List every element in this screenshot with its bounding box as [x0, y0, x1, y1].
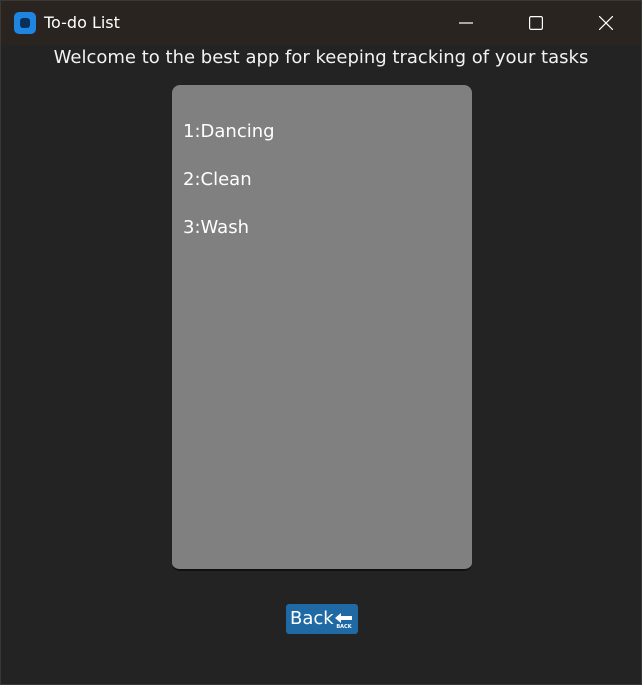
welcome-heading: Welcome to the best app for keeping trac…: [53, 47, 589, 68]
maximize-icon: [529, 16, 543, 30]
app-icon: [14, 12, 36, 34]
title-bar[interactable]: To-do List: [1, 1, 641, 45]
minimize-button[interactable]: [431, 1, 501, 45]
window-title: To-do List: [44, 13, 120, 32]
back-button[interactable]: Back BACK: [286, 604, 358, 634]
task-item: 1:Dancing: [183, 121, 275, 142]
back-arrow-icon: [335, 613, 352, 623]
back-icon-caption: BACK: [336, 624, 352, 630]
task-list[interactable]: 1:Dancing 2:Clean 3:Wash: [172, 85, 472, 571]
maximize-button[interactable]: [501, 1, 571, 45]
close-button[interactable]: [571, 1, 641, 45]
app-window: To-do List Welcome to the best app for k…: [0, 0, 642, 685]
task-item: 2:Clean: [183, 169, 252, 190]
task-item: 3:Wash: [183, 217, 249, 238]
minimize-icon: [459, 22, 473, 24]
close-icon: [599, 16, 613, 30]
back-button-label: Back: [290, 608, 334, 629]
